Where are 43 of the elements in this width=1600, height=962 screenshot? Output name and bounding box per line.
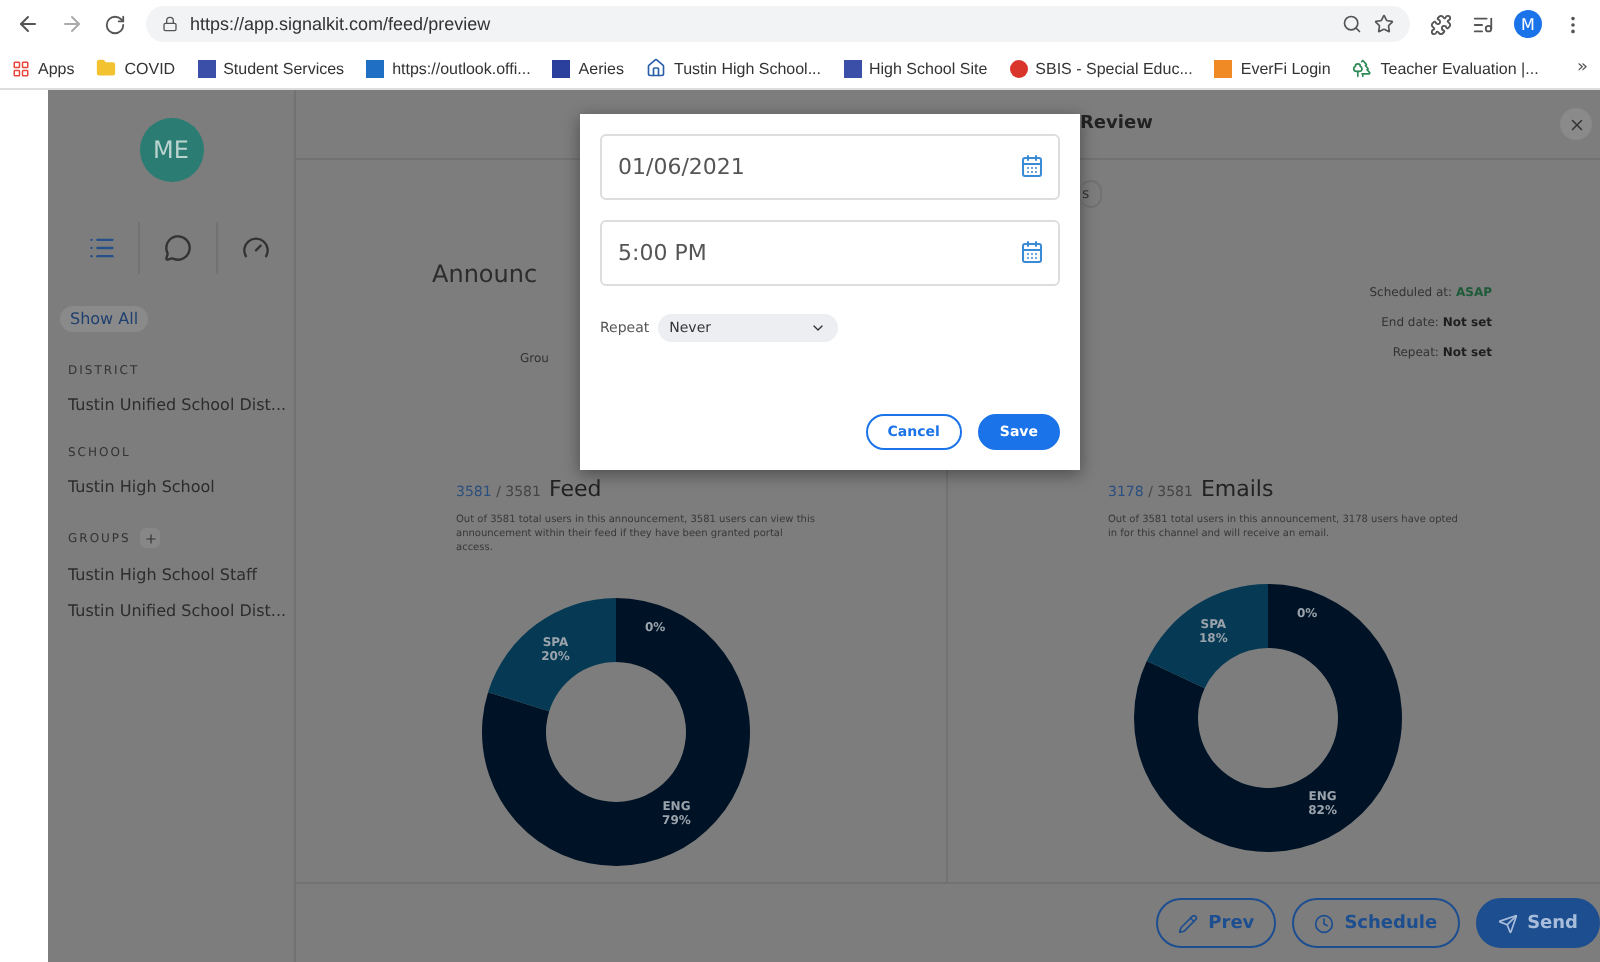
send-icon (1497, 913, 1518, 933)
list-icon (87, 234, 116, 262)
search-icon[interactable] (1342, 14, 1362, 34)
announcement-title: Announc (432, 260, 538, 288)
plus-icon (143, 531, 158, 545)
back-icon[interactable] (16, 12, 40, 36)
bookmark[interactable]: EverFi Login (1214, 59, 1331, 77)
pencil-icon (1178, 913, 1199, 933)
bookmark[interactable]: https://outlook.offi... (366, 59, 531, 77)
footer-button[interactable]: Send (1475, 898, 1600, 948)
bookmark[interactable]: Student Services (197, 59, 345, 77)
lock-icon (162, 16, 178, 32)
channel-title: Feed (548, 476, 602, 502)
bookmark[interactable]: Apps (12, 59, 75, 77)
page-title: Review (1080, 114, 1155, 134)
bookmark[interactable]: Aeries (552, 59, 624, 77)
time-field[interactable]: 5:00 PM (600, 220, 1060, 286)
bookmark[interactable]: High School Site (843, 59, 988, 77)
more-bookmarks[interactable]: » (1576, 58, 1588, 78)
caret-icon (809, 320, 826, 336)
close-button[interactable] (1560, 108, 1592, 140)
add-button[interactable] (140, 528, 161, 548)
clock-icon (1314, 913, 1335, 933)
date-field[interactable]: 01/06/2021 (600, 134, 1060, 200)
playlist-icon[interactable] (1472, 13, 1494, 35)
bookmark[interactable]: Tustin High School... (645, 58, 821, 78)
user-avatar: ME (139, 118, 203, 182)
forward-icon[interactable] (60, 12, 84, 36)
puzzle-icon[interactable] (1430, 13, 1452, 35)
bookmark[interactable]: SBIS - Special Educ... (1009, 59, 1193, 77)
star-icon[interactable] (1374, 14, 1394, 34)
reload-icon[interactable] (104, 13, 126, 35)
calendar-icon[interactable] (1020, 154, 1044, 178)
channel-title: Emails (1200, 476, 1274, 502)
bookmark[interactable]: Teacher Evaluation |... (1352, 58, 1539, 78)
calendar-icon[interactable] (1020, 240, 1044, 264)
profile-avatar[interactable]: M (1514, 10, 1542, 38)
gauge-icon (241, 234, 270, 262)
address-bar[interactable]: https://app.signalkit.com/feed/preview (146, 6, 1410, 42)
chat-icon (164, 234, 193, 262)
bookmark[interactable]: COVID (96, 58, 176, 78)
close-icon (1567, 115, 1585, 133)
url-text: https://app.signalkit.com/feed/preview (190, 14, 491, 34)
